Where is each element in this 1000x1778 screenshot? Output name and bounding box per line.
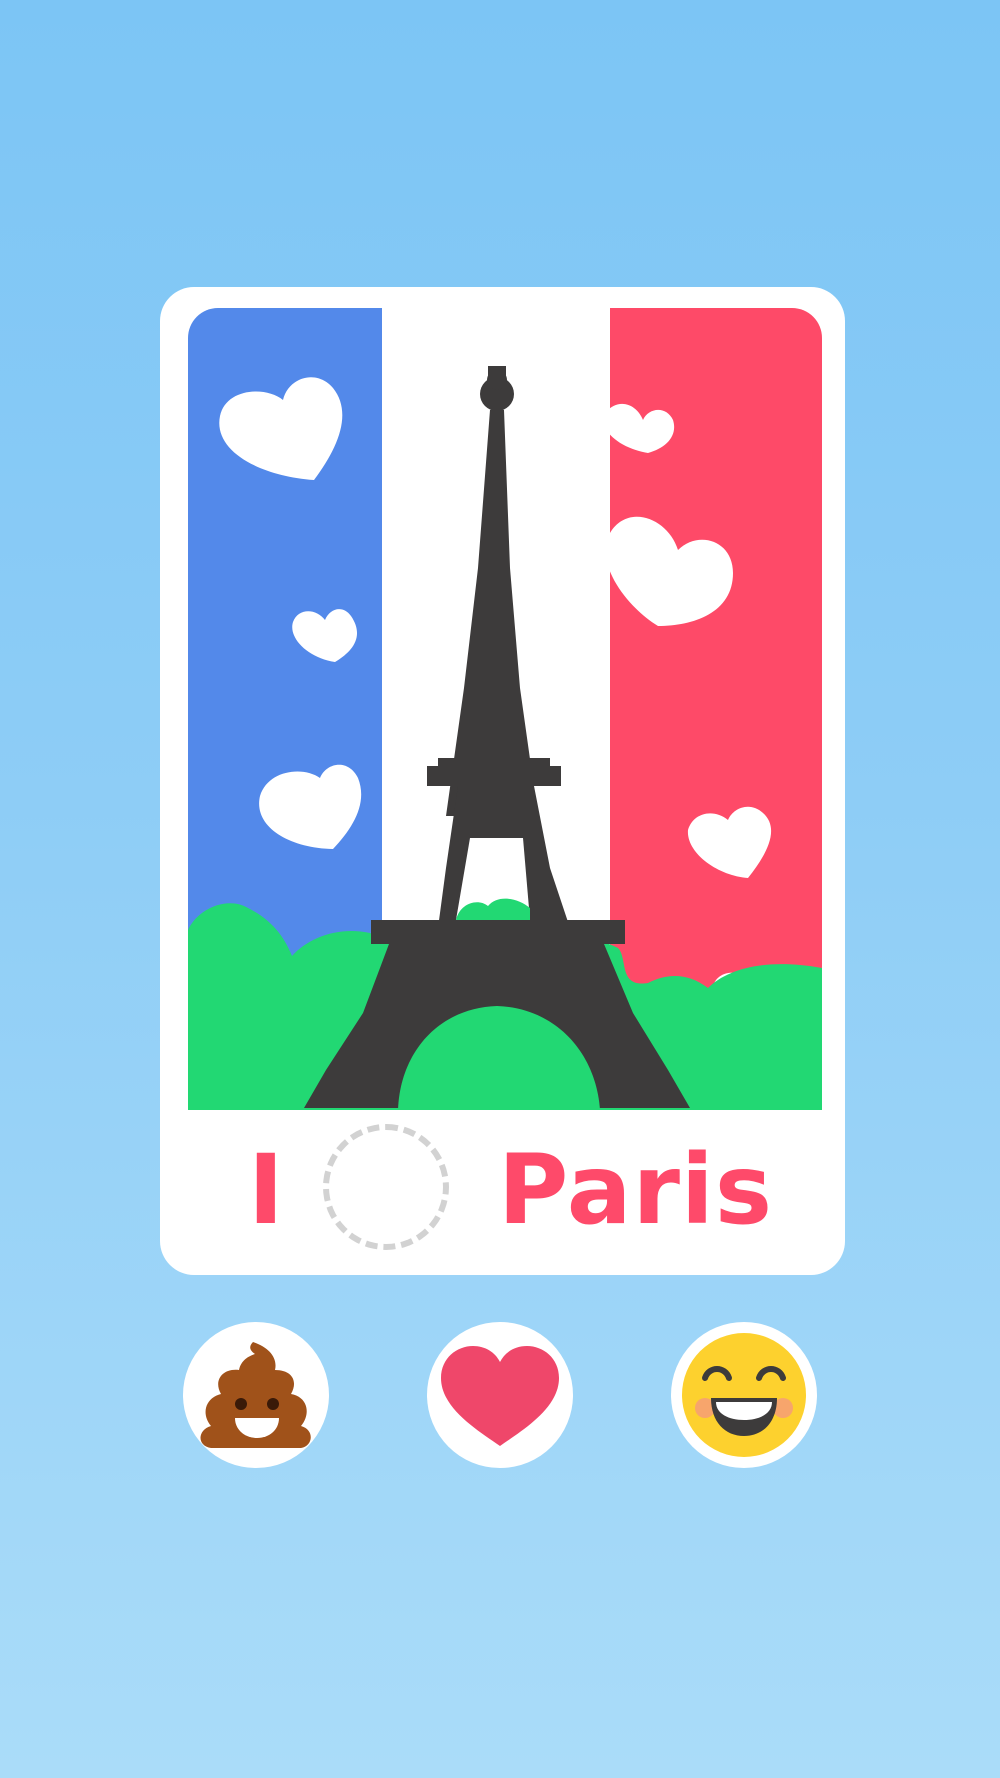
- emoji-drop-slot[interactable]: [323, 1124, 449, 1250]
- caption: I Paris: [160, 1112, 845, 1262]
- poop-emoji-icon: [200, 1342, 311, 1448]
- heart-choice-button[interactable]: [427, 1322, 573, 1468]
- poop-choice-button[interactable]: [183, 1322, 329, 1468]
- grinning-face-choice-button[interactable]: [671, 1322, 817, 1468]
- heart-icon: [441, 1346, 559, 1446]
- grinning-face-emoji-icon: [682, 1333, 806, 1457]
- paris-illustration: [188, 308, 822, 1110]
- caption-word-paris: Paris: [498, 1134, 773, 1246]
- caption-word-i: I: [248, 1134, 284, 1246]
